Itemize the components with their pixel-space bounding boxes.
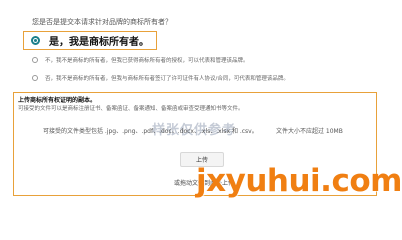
accepted-file-types: 可接受的文件类型包括 .jpg、.png、.pdf、.doc、.docx、.xl… (43, 128, 258, 135)
radio-unselected-icon[interactable] (32, 75, 38, 81)
question-text: 您是否是提交本请求针对品牌的商标所有者？ (32, 18, 172, 26)
radio-selected-icon[interactable] (31, 36, 40, 45)
upload-title: 上传商标所有权证明的副本。 (18, 97, 97, 104)
option-authorized-row[interactable]: 不，我不是商标的所有者，但我已获得商标所有者的授权，可以代表和管理该品牌。 (32, 56, 249, 64)
option-licensed-row[interactable]: 否，我不是商标的所有者，但我与商标所有者签订了许可证件有人协议/合同，可代表和管… (32, 74, 289, 82)
option-authorized-label: 不，我不是商标的所有者，但我已获得商标所有者的授权，可以代表和管理该品牌。 (45, 58, 249, 64)
option-owner-label: 是，我是商标所有者。 (49, 37, 149, 48)
radio-unselected-icon[interactable] (32, 57, 38, 63)
upload-description: 可接受的文件可以是商标注册证书、备案函证、备案通知、备案函或审查受理通知书等文件… (18, 106, 244, 112)
option-licensed-label: 否，我不是商标的所有者，但我与商标所有者签订了许可证件有人协议/合同，可代表和管… (45, 76, 289, 82)
max-file-size: 文件大小不应超过 10MB (276, 128, 343, 135)
option-owner-row[interactable]: 是，我是商标所有者。 (23, 31, 157, 50)
site-watermark: jxyuhui.com (196, 163, 402, 199)
